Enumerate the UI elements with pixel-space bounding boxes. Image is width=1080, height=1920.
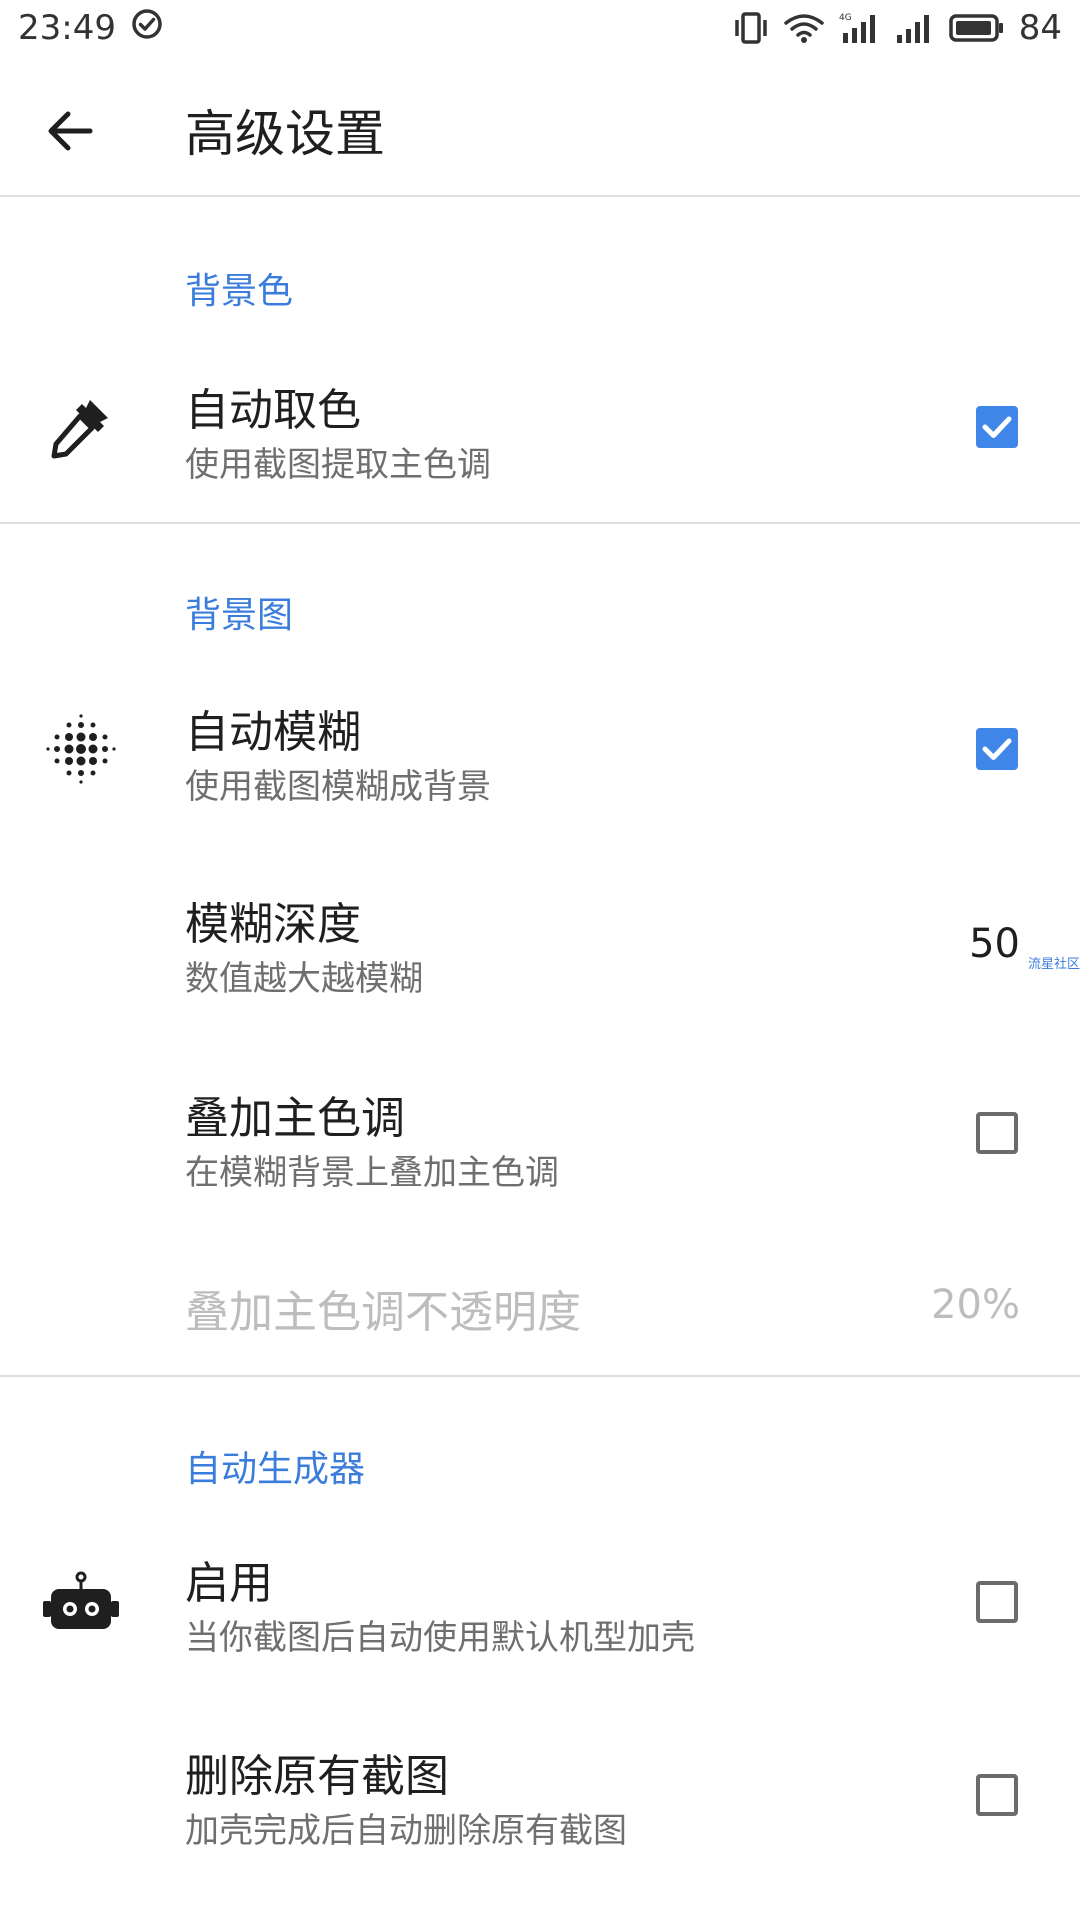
wifi-icon (783, 11, 825, 45)
section-header-background-image: 背景图 (185, 595, 294, 636)
status-left: 23:49 (18, 7, 164, 50)
blur-icon (40, 708, 122, 790)
pref-enable-generator[interactable]: 启用 当你截图后自动使用默认机型加壳 (0, 1522, 1080, 1682)
pref-blur-depth-value: 50 (969, 921, 1020, 967)
pref-auto-blur-title: 自动模糊 (185, 707, 361, 758)
eyedropper-icon (40, 386, 122, 468)
pref-enable-generator-summary: 当你截图后自动使用默认机型加壳 (185, 1618, 695, 1658)
checkbox-enable-generator[interactable] (976, 1581, 1018, 1623)
pref-auto-blur-summary: 使用截图模糊成背景 (185, 767, 491, 807)
pref-delete-original[interactable]: 删除原有截图 加壳完成后自动删除原有截图 (0, 1715, 1080, 1875)
page-title: 高级设置 (185, 105, 385, 163)
status-right: 4G 84 (733, 8, 1062, 48)
pref-auto-pick-color-title: 自动取色 (185, 385, 361, 436)
back-button[interactable] (30, 91, 110, 171)
svg-text:4G: 4G (839, 13, 852, 23)
pref-enable-generator-title: 启用 (185, 1558, 273, 1609)
pref-overlay-opacity: 叠加主色调不透明度 20% (0, 1250, 1080, 1410)
divider (0, 1375, 1080, 1377)
pref-delete-original-summary: 加壳完成后自动删除原有截图 (185, 1811, 627, 1851)
check-icon (982, 738, 1012, 760)
checkbox-delete-original[interactable] (976, 1774, 1018, 1816)
pref-auto-blur[interactable]: 自动模糊 使用截图模糊成背景 (0, 669, 1080, 829)
pref-blur-depth[interactable]: 模糊深度 数值越大越模糊 50 (0, 863, 1080, 1023)
vibrate-icon (733, 11, 769, 45)
pref-delete-original-title: 删除原有截图 (185, 1751, 449, 1802)
pref-overlay-tone-summary: 在模糊背景上叠加主色调 (185, 1153, 559, 1193)
section-header-auto-generator: 自动生成器 (185, 1449, 366, 1490)
divider (0, 522, 1080, 524)
pref-auto-pick-color-summary: 使用截图提取主色调 (185, 445, 491, 485)
status-bar: 23:49 4G 84 (0, 0, 1080, 56)
arrow-left-icon (48, 111, 93, 151)
check-circle-icon (130, 7, 164, 50)
checkbox-overlay-tone[interactable] (976, 1112, 1018, 1154)
pref-overlay-opacity-title: 叠加主色调不透明度 (185, 1287, 581, 1338)
pref-blur-depth-title: 模糊深度 (185, 899, 361, 950)
robot-icon (40, 1562, 122, 1644)
pref-auto-pick-color[interactable]: 自动取色 使用截图提取主色调 (0, 347, 1080, 507)
battery-level: 84 (1018, 8, 1062, 48)
checkbox-auto-blur[interactable] (976, 728, 1018, 770)
check-icon (982, 416, 1012, 438)
pref-overlay-opacity-value: 20% (931, 1282, 1020, 1328)
pref-overlay-tone-title: 叠加主色调 (185, 1093, 405, 1144)
app-bar: 高级设置 (0, 56, 1080, 197)
checkbox-auto-pick-color[interactable] (976, 406, 1018, 448)
pref-blur-depth-summary: 数值越大越模糊 (185, 959, 423, 999)
pref-overlay-tone[interactable]: 叠加主色调 在模糊背景上叠加主色调 (0, 1056, 1080, 1216)
watermark: 流星社区 (1028, 957, 1080, 972)
section-header-background-color: 背景色 (185, 271, 294, 312)
battery-icon (948, 13, 1005, 43)
cellular-4g-icon: 4G (839, 11, 881, 45)
cellular-icon (895, 11, 935, 45)
status-time: 23:49 (18, 8, 116, 48)
